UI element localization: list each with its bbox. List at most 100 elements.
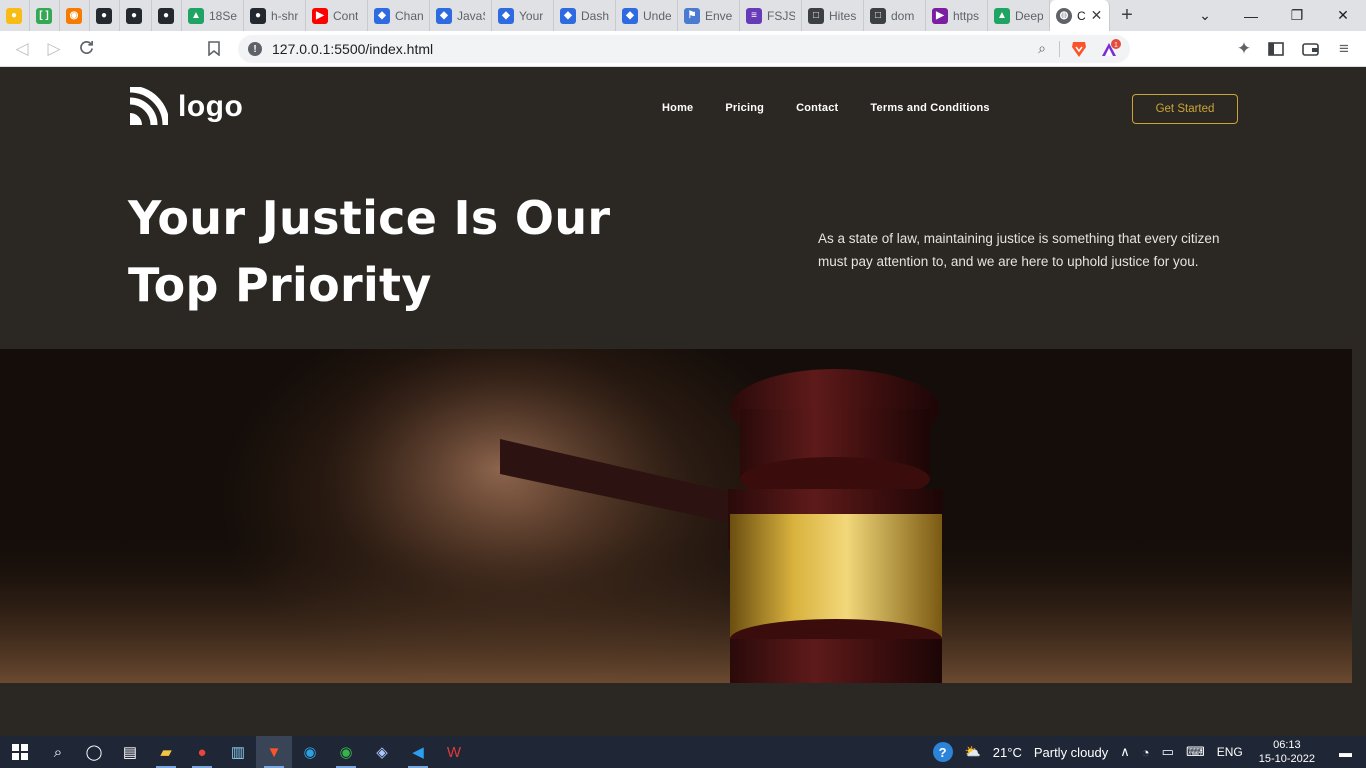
sidebar-toggle-icon	[1268, 41, 1284, 56]
active-browser-tab[interactable]: ◍ C ✕	[1050, 0, 1110, 31]
keyboard-icon[interactable]: ⌨	[1180, 744, 1211, 760]
browser-tab[interactable]: ◉	[60, 0, 90, 31]
browser-tab[interactable]: ◆ Unde	[616, 0, 678, 31]
clock-date: 15-10-2022	[1258, 753, 1315, 765]
hero-title-line-1: Your Justice Is Our	[128, 191, 611, 245]
telegram-icon[interactable]: ◉	[292, 736, 328, 768]
new-tab-button[interactable]: +	[1110, 0, 1144, 31]
tab-title: JavaS	[457, 8, 485, 23]
get-started-button[interactable]: Get Started	[1132, 94, 1238, 124]
box-icon[interactable]: ◈	[364, 736, 400, 768]
tab-title: https	[953, 8, 980, 23]
system-tray: ? ⛅ 21°C Partly cloudy ∧ ◔ ▭ ⌨ ENG 06:13…	[927, 736, 1366, 768]
github-icon: ●	[96, 7, 112, 24]
browser-tab[interactable]: [ ]	[30, 0, 60, 31]
browser-tab[interactable]: □ Hites	[802, 0, 864, 31]
bookmark-icon	[208, 41, 220, 56]
browser-tab[interactable]: ●	[120, 0, 152, 31]
notification-icon[interactable]: ▬	[1325, 745, 1366, 760]
zoom-icon[interactable]: ⌕	[1038, 40, 1046, 57]
tab-title: Chan	[395, 8, 423, 23]
drive-icon: ▲	[188, 7, 204, 24]
notepad-icon[interactable]: ▥	[220, 736, 256, 768]
hero-gavel-image	[0, 349, 1352, 683]
battery-icon[interactable]: ▭	[1156, 744, 1180, 760]
wps-icon[interactable]: W	[436, 736, 472, 768]
github-icon: ●	[158, 7, 174, 24]
browser-tab[interactable]: ◆ Dash	[554, 0, 616, 31]
cortana-icon[interactable]: ◯	[76, 736, 112, 768]
address-bar[interactable]: ! 127.0.0.1:5500/index.html ⌕ 1	[238, 35, 1130, 63]
nav-pricing[interactable]: Pricing	[725, 102, 764, 114]
tab-title: h-shr	[271, 8, 299, 23]
clock[interactable]: 06:13 15-10-2022	[1249, 738, 1325, 766]
github-icon: ●	[250, 7, 266, 24]
minimize-button[interactable]: —	[1228, 0, 1274, 31]
tab-title: Hites	[829, 8, 857, 23]
tab-title: C	[1077, 8, 1086, 23]
browser-tab[interactable]: ●	[0, 0, 30, 31]
weather-temp[interactable]: 21°C	[987, 745, 1028, 760]
clock-time: 06:13	[1273, 739, 1301, 751]
weather-icon[interactable]: ⛅	[959, 744, 987, 760]
windows-taskbar: ⌕ ◯ ▤ ▰ ● ▥ ▼ ◉ ◉ ◈ ◀ W ? ⛅ 21°C Partly …	[0, 736, 1366, 768]
browser-tab[interactable]: ◆ Chan	[368, 0, 430, 31]
weather-text[interactable]: Partly cloudy	[1028, 745, 1114, 760]
browser-tab[interactable]: □ dom	[864, 0, 926, 31]
vscode-icon[interactable]: ◀	[400, 736, 436, 768]
browser-tab[interactable]: ◆ JavaS	[430, 0, 492, 31]
brackets-icon: [ ]	[36, 7, 52, 24]
browser-tab[interactable]: ⚑ Envel	[678, 0, 740, 31]
browser-tab[interactable]: ▶ Cont	[306, 0, 368, 31]
wallet-icon[interactable]	[1294, 33, 1326, 65]
browser-tab[interactable]: ≡ FSJS	[740, 0, 802, 31]
search-icon[interactable]: ⌕	[40, 736, 76, 768]
brave-rewards-icon[interactable]: 1	[1100, 39, 1122, 59]
logo-text: logo	[178, 90, 244, 123]
tray-chevron-icon[interactable]: ∧	[1114, 744, 1136, 760]
url-text[interactable]: 127.0.0.1:5500/index.html	[272, 41, 433, 57]
browser-tab[interactable]: ● h-shr	[244, 0, 306, 31]
file-explorer-icon[interactable]: ▰	[148, 736, 184, 768]
gavel-illustration	[0, 349, 1352, 683]
brave-shields-icon[interactable]	[1070, 40, 1088, 58]
chrome-icon[interactable]: ●	[184, 736, 220, 768]
torrent-icon[interactable]: ◉	[328, 736, 364, 768]
bookmark-button[interactable]	[198, 33, 230, 65]
hero-title: Your Justice Is Our Top Priority	[128, 185, 688, 319]
nav-terms[interactable]: Terms and Conditions	[870, 102, 989, 114]
maximize-button[interactable]: ❐	[1274, 0, 1320, 31]
nav-home[interactable]: Home	[662, 102, 693, 114]
close-window-button[interactable]: ✕	[1320, 0, 1366, 31]
diamond-icon: ◆	[436, 7, 452, 24]
diamond-icon: ◆	[560, 7, 576, 24]
start-button[interactable]	[0, 736, 40, 768]
wallet-glyph-icon	[1301, 42, 1319, 56]
back-button[interactable]: ◁	[6, 33, 38, 65]
site-info-icon[interactable]: !	[248, 42, 262, 56]
browser-tab[interactable]: ◆ Your	[492, 0, 554, 31]
browser-tab[interactable]: ●	[90, 0, 120, 31]
tab-title: Deep	[1015, 8, 1043, 23]
close-tab-icon[interactable]: ✕	[1091, 7, 1103, 24]
site-logo[interactable]: logo	[128, 87, 243, 127]
menu-icon[interactable]: ≡	[1328, 33, 1360, 65]
browser-tab[interactable]: ▲ 18Se	[182, 0, 244, 31]
task-view-icon[interactable]: ▤	[112, 736, 148, 768]
browser-tab[interactable]: ●	[152, 0, 182, 31]
sidebar-icon[interactable]	[1260, 33, 1292, 65]
browser-toolbar: ◁ ▷ ! 127.0.0.1:5500/index.html ⌕ 1 ✦ ≡	[0, 31, 1366, 67]
wifi-icon[interactable]: ◔	[1136, 745, 1156, 760]
brave-icon[interactable]: ▼	[256, 736, 292, 768]
reload-button[interactable]	[70, 33, 102, 65]
nav-contact[interactable]: Contact	[796, 102, 838, 114]
browser-tab[interactable]: ▲ Deep	[988, 0, 1050, 31]
forward-button[interactable]: ▷	[38, 33, 70, 65]
windows-icon	[12, 744, 28, 760]
browser-tab[interactable]: ▶ https	[926, 0, 988, 31]
language-indicator[interactable]: ENG	[1211, 745, 1249, 759]
tab-search-icon[interactable]: ⌄	[1182, 0, 1228, 31]
help-icon[interactable]: ?	[927, 742, 959, 762]
tab-title: Your	[519, 8, 544, 23]
extensions-icon[interactable]: ✦	[1228, 33, 1260, 65]
